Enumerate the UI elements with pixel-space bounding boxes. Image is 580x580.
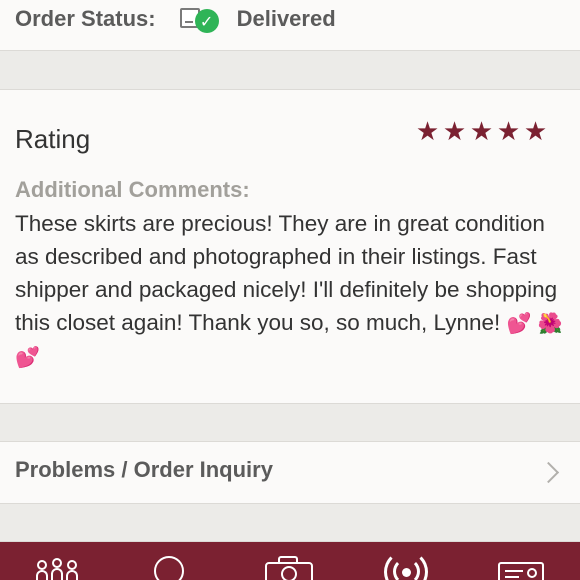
feed-tab[interactable] [150, 542, 188, 580]
star-icon: ★ [523, 117, 548, 147]
hibiscus-emoji: 🌺 [537, 311, 563, 335]
rating-title: Rating [15, 124, 91, 154]
problems-order-inquiry-label[interactable]: Problems / Order Inquiry [15, 457, 273, 483]
order-status-value: Delivered [236, 6, 336, 31]
star-icon: ★ [496, 117, 521, 147]
bottom-tab-bar [0, 542, 580, 580]
camera-tab[interactable] [263, 542, 315, 580]
section-divider [0, 503, 580, 542]
order-status-label: Order Status: [15, 6, 156, 31]
community-tab[interactable] [34, 542, 80, 580]
additional-comments-label: Additional Comments: [15, 177, 250, 202]
two-hearts-emoji: 💕 [15, 345, 40, 369]
star-icon: ★ [469, 117, 494, 147]
star-icon: ★ [415, 117, 440, 147]
rating-stars: ★ ★ ★ ★ ★ [414, 118, 549, 146]
section-divider [0, 50, 580, 90]
circle-icon [154, 556, 184, 580]
order-status-row: Order Status: ✓ Delivered [15, 4, 336, 34]
order-detail-screen: Order Status: ✓ Delivered Rating ★ ★ ★ ★… [0, 0, 580, 580]
document-check-icon: ✓ [179, 6, 220, 33]
broadcast-tab[interactable] [380, 542, 432, 580]
star-icon: ★ [442, 117, 467, 147]
chevron-right-icon[interactable] [540, 458, 562, 486]
section-divider [0, 403, 580, 442]
account-tab[interactable] [497, 542, 547, 580]
comment-text: These skirts are precious! They are in g… [15, 207, 570, 374]
comment-body: These skirts are precious! They are in g… [15, 211, 558, 335]
two-hearts-emoji: 💕 [506, 311, 532, 335]
